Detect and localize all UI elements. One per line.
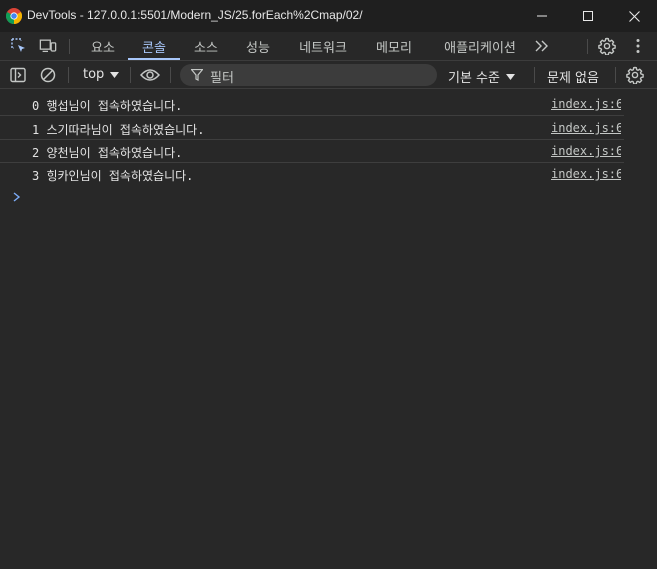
close-icon [628,10,640,22]
show-sidebar-button[interactable] [9,66,27,84]
filter-placeholder: 필터 [210,71,234,86]
console-prompt-icon[interactable] [12,191,22,203]
console-message: 3 힝카인님이 접속하였습니다. index.js:6 [0,162,624,186]
log-levels-dropdown[interactable]: 기본 수준 [448,67,515,86]
filter-input[interactable]: 필터 [180,64,437,86]
message-text: 3 힝카인님이 접속하였습니다. [32,169,194,183]
console-message: 1 스기따라님이 접속하였습니다. index.js:6 [0,116,624,140]
source-link[interactable]: index.js:6 [551,144,621,158]
context-selector[interactable]: top [83,67,120,82]
tab-label: 요소 [91,40,115,56]
toolbar-divider [68,67,69,83]
message-text: 1 스기따라님이 접속하였습니다. [32,123,205,137]
maximize-icon [583,11,593,21]
toolbar-divider [170,67,171,83]
context-label: top [83,67,105,82]
issues-counter[interactable]: 문제 없음 [547,67,599,86]
tab-label: 네트워크 [299,40,347,56]
filter-icon [191,69,203,81]
toolbar-divider [534,67,535,83]
window-title: DevTools - 127.0.0.1:5501/Modern_JS/25.f… [27,8,363,22]
caret-down-icon [505,73,515,80]
live-expression-button[interactable] [139,66,161,84]
more-tabs-button[interactable] [530,32,554,60]
sidebar-icon [10,67,26,83]
tab-label: 애플리케이션 [444,40,516,56]
maximize-button[interactable] [565,0,611,32]
tab-console[interactable]: 콘솔 [128,32,180,60]
window-titlebar: DevTools - 127.0.0.1:5501/Modern_JS/25.f… [0,0,657,32]
toolbar-divider [69,39,70,54]
message-text: 0 행섭님이 접속하였습니다. [32,99,183,113]
message-text: 2 양천님이 접속하였습니다. [32,146,183,160]
tab-memory[interactable]: 메모리 [367,32,421,60]
tab-network[interactable]: 네트워크 [290,32,356,60]
inspect-element-icon[interactable] [10,37,28,55]
tab-label: 콘솔 [142,40,166,56]
source-link[interactable]: index.js:6 [551,167,621,181]
close-button[interactable] [611,0,657,32]
chrome-icon [6,8,22,24]
gear-icon [626,66,644,84]
tab-performance[interactable]: 성능 [236,32,280,60]
device-toolbar-icon[interactable] [39,37,57,55]
active-tab-indicator [128,58,180,60]
minimize-button[interactable] [519,0,565,32]
console-message: 0 행섭님이 접속하였습니다. index.js:6 [0,92,624,116]
settings-button[interactable] [598,37,616,55]
clear-icon [40,67,56,83]
kebab-menu-icon [636,39,640,53]
clear-console-button[interactable] [39,66,57,84]
caret-down-icon [110,71,120,78]
tab-label: 메모리 [376,40,412,56]
toolbar-divider [615,67,616,83]
tab-sources[interactable]: 소스 [184,32,228,60]
tab-label: 성능 [246,40,270,56]
source-link[interactable]: index.js:6 [551,121,621,135]
more-options-button[interactable] [629,37,647,55]
chevron-double-right-icon [535,40,548,52]
toolbar-divider [587,39,588,54]
source-link[interactable]: index.js:6 [551,97,621,111]
tab-application[interactable]: 애플리케이션 [434,32,526,60]
devtools-tabbar: 요소 콘솔 소스 성능 네트워크 메모리 애플리케이션 [0,32,657,61]
gear-icon [598,37,616,55]
tab-label: 소스 [194,40,218,56]
console-toolbar: top 필터 기본 수준 문제 없음 [0,61,657,89]
eye-icon [140,69,160,81]
toolbar-divider [130,67,131,83]
log-levels-label: 기본 수준 [448,71,500,86]
tab-elements[interactable]: 요소 [82,32,124,60]
console-message: 2 양천님이 접속하였습니다. index.js:6 [0,139,624,163]
console-settings-button[interactable] [626,66,644,84]
minimize-icon [537,15,547,17]
